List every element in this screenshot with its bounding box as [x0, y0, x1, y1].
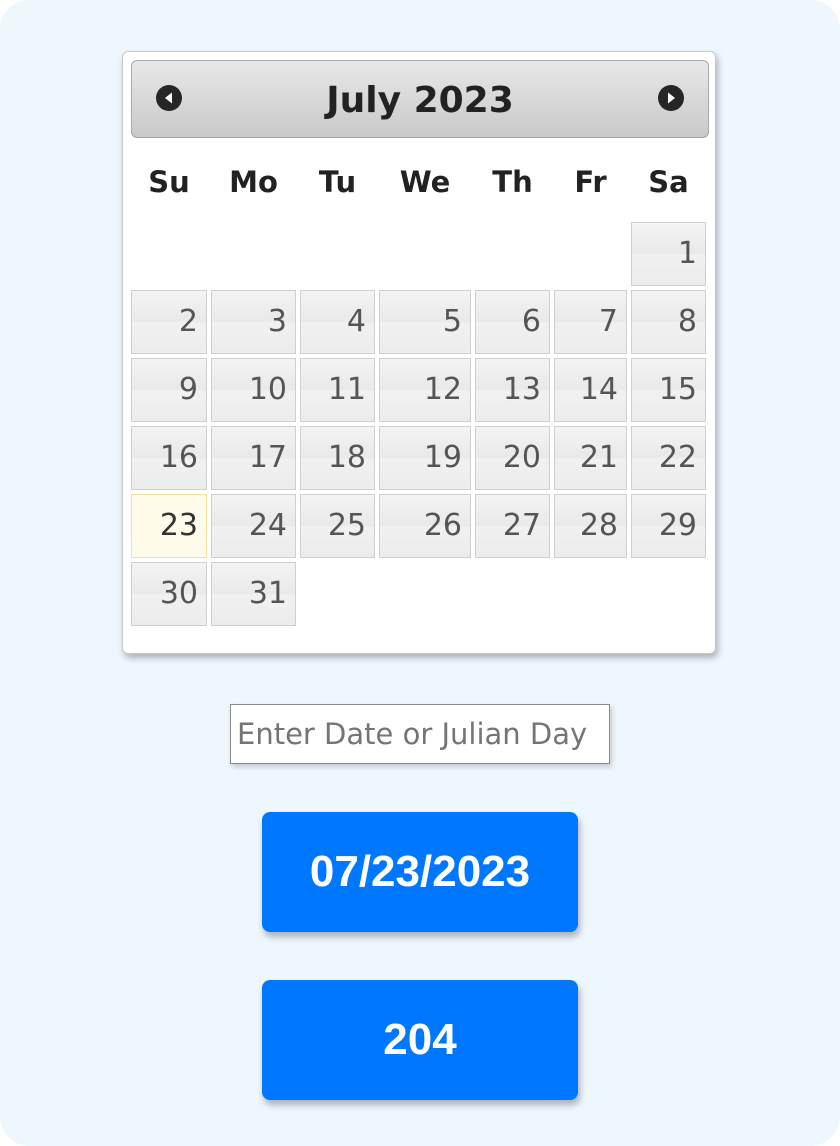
calendar-empty-cell: [554, 222, 627, 286]
calendar-cell: 24: [211, 494, 296, 558]
calendar-day[interactable]: 30: [131, 562, 207, 626]
calendar-day[interactable]: 12: [379, 358, 471, 422]
calendar-empty-cell: [211, 222, 296, 286]
calendar-day-today[interactable]: 23: [131, 494, 207, 558]
calendar-day[interactable]: 22: [631, 426, 706, 490]
calendar-week-row: 30 31: [131, 562, 706, 626]
calendar-day[interactable]: 27: [475, 494, 550, 558]
background-panel: July 2023 Su Mo Tu We Th Fr Sa 1 2 3 4 5…: [0, 0, 840, 1146]
calendar-empty-cell: [131, 222, 207, 286]
calendar-day[interactable]: 11: [300, 358, 375, 422]
calendar-day[interactable]: 6: [475, 290, 550, 354]
calendar-day[interactable]: 16: [131, 426, 207, 490]
calendar-week-row: 9 10 11 12 13 14 15: [131, 358, 706, 422]
calendar-day[interactable]: 5: [379, 290, 471, 354]
calendar-day[interactable]: 24: [211, 494, 296, 558]
calendar-cell: 5: [379, 290, 471, 354]
calendar-cell: 18: [300, 426, 375, 490]
weekday-label: Su: [148, 165, 190, 199]
calendar-week-row: 2345678: [131, 290, 706, 354]
calendar-week-row: 23 24 25 26 27 28 29: [131, 494, 706, 558]
calendar-cell: 26: [379, 494, 471, 558]
weekday-label: Fr: [574, 165, 607, 199]
calendar-cell: 14: [554, 358, 627, 422]
prev-arrow-icon: [165, 92, 172, 104]
calendar-empty-cell: [379, 222, 471, 286]
next-arrow-icon: [668, 92, 675, 104]
calendar-day[interactable]: 26: [379, 494, 471, 558]
calendar-cell: 30: [131, 562, 207, 626]
calendar-cell: 22: [631, 426, 706, 490]
calendar-cell: 8: [631, 290, 706, 354]
prev-month-button[interactable]: [156, 85, 182, 111]
next-month-button[interactable]: [658, 85, 684, 111]
calendar-cell: 2: [131, 290, 207, 354]
calendar-grid: Su Mo Tu We Th Fr Sa 1 2 3 4 5 6 7 8 9 10 11 12 13 14…: [127, 156, 710, 630]
calendar-cell: 28: [554, 494, 627, 558]
calendar-week-row: 1: [131, 222, 706, 286]
calendar-week-row: 16 17 18 19 20 21 22: [131, 426, 706, 490]
calendar-day[interactable]: 14: [554, 358, 627, 422]
calendar-cell: 16: [131, 426, 207, 490]
calendar-day[interactable]: 9: [131, 358, 207, 422]
calendar-day[interactable]: 3: [211, 290, 296, 354]
calendar-cell: 21: [554, 426, 627, 490]
calendar-day[interactable]: 1: [631, 222, 706, 286]
calendar-cell: 3: [211, 290, 296, 354]
julian-day-button[interactable]: 204: [262, 980, 578, 1100]
calendar-empty-cell: [475, 222, 550, 286]
calendar-cell: 17: [211, 426, 296, 490]
calendar-empty-cell: [300, 222, 375, 286]
date-input[interactable]: [230, 704, 610, 764]
calendar-day[interactable]: 20: [475, 426, 550, 490]
calendar-day[interactable]: 21: [554, 426, 627, 490]
calendar-day[interactable]: 25: [300, 494, 375, 558]
date-result-button[interactable]: 07/23/2023: [262, 812, 578, 932]
calendar-day[interactable]: 8: [631, 290, 706, 354]
calendar-day[interactable]: 13: [475, 358, 550, 422]
calendar-cell: 27: [475, 494, 550, 558]
calendar-empty-cell: [300, 562, 375, 626]
calendar-cell: 25: [300, 494, 375, 558]
calendar-cell: 23: [131, 494, 207, 558]
calendar-empty-cell: [379, 562, 471, 626]
calendar-empty-cell: [631, 562, 706, 626]
calendar-cell: 29: [631, 494, 706, 558]
calendar-empty-cell: [475, 562, 550, 626]
calendar-cell: 10: [211, 358, 296, 422]
calendar-day[interactable]: 18: [300, 426, 375, 490]
datepicker-header: July 2023: [131, 60, 709, 138]
calendar-day[interactable]: 15: [631, 358, 706, 422]
calendar-day[interactable]: 4: [300, 290, 375, 354]
weekday-label: Tu: [318, 165, 357, 199]
weekday-label: Th: [492, 165, 533, 199]
calendar-empty-cell: [554, 562, 627, 626]
calendar-cell: 15: [631, 358, 706, 422]
calendar-cell: 13: [475, 358, 550, 422]
calendar-day[interactable]: 31: [211, 562, 296, 626]
calendar-cell: 19: [379, 426, 471, 490]
calendar-cell: 12: [379, 358, 471, 422]
calendar-day[interactable]: 7: [554, 290, 627, 354]
calendar-day[interactable]: 2: [131, 290, 207, 354]
calendar-cell: 6: [475, 290, 550, 354]
weekday-label: Mo: [229, 165, 278, 199]
calendar-cell: 9: [131, 358, 207, 422]
calendar-day[interactable]: 10: [211, 358, 296, 422]
calendar-cell: 4: [300, 290, 375, 354]
calendar-day[interactable]: 29: [631, 494, 706, 558]
calendar-cell: 1: [631, 222, 706, 286]
calendar-day[interactable]: 19: [379, 426, 471, 490]
datepicker: July 2023 Su Mo Tu We Th Fr Sa 1 2 3 4 5…: [122, 51, 716, 654]
weekday-label: Sa: [648, 165, 689, 199]
calendar-cell: 20: [475, 426, 550, 490]
calendar-day[interactable]: 28: [554, 494, 627, 558]
calendar-day[interactable]: 17: [211, 426, 296, 490]
calendar-cell: 7: [554, 290, 627, 354]
month-title: July 2023: [326, 80, 514, 121]
calendar-cell: 11: [300, 358, 375, 422]
calendar-cell: 31: [211, 562, 296, 626]
weekday-label: We: [399, 165, 451, 199]
weekday-header-row: Su Mo Tu We Th Fr Sa: [131, 160, 706, 218]
